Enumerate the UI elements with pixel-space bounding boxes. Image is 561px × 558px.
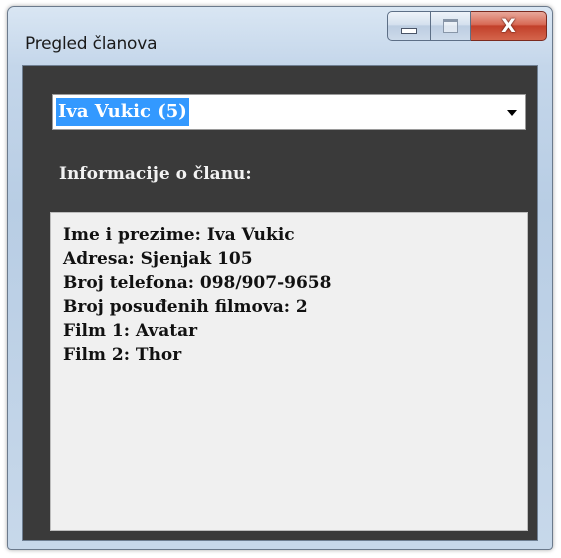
maximize-button[interactable] — [431, 11, 471, 41]
info-line-name: Ime i prezime: Iva Vukic — [63, 225, 295, 245]
member-info-label: Informacije o članu: — [59, 164, 252, 184]
info-line-phone: Broj telefona: 098/907-9658 — [63, 273, 332, 293]
info-line-address: Adresa: Sjenjak 105 — [63, 249, 253, 269]
info-line-film-1: Film 1: Avatar — [63, 321, 198, 341]
info-line-film-2: Film 2: Thor — [63, 345, 182, 365]
chevron-down-icon[interactable] — [507, 110, 517, 116]
maximize-icon — [443, 19, 458, 33]
member-info-box[interactable]: Ime i prezime: Iva Vukic Adresa: Sjenjak… — [50, 212, 528, 531]
minimize-button[interactable] — [387, 11, 431, 41]
member-dropdown[interactable]: Iva Vukic (5) — [52, 94, 526, 130]
minimize-icon — [401, 28, 417, 34]
info-line-borrowed-count: Broj posuđenih filmova: 2 — [63, 297, 308, 317]
caption-buttons: X — [387, 11, 547, 41]
close-icon: X — [501, 15, 516, 37]
close-button[interactable]: X — [471, 11, 547, 41]
app-window: Pregled članova X Iva Vukic (5) Informac… — [7, 6, 553, 550]
client-area: Iva Vukic (5) Informacije o članu: Ime i… — [22, 65, 538, 541]
window-title: Pregled članova — [25, 34, 158, 54]
member-dropdown-value: Iva Vukic (5) — [56, 98, 189, 126]
title-bar[interactable]: Pregled članova X — [8, 7, 552, 63]
